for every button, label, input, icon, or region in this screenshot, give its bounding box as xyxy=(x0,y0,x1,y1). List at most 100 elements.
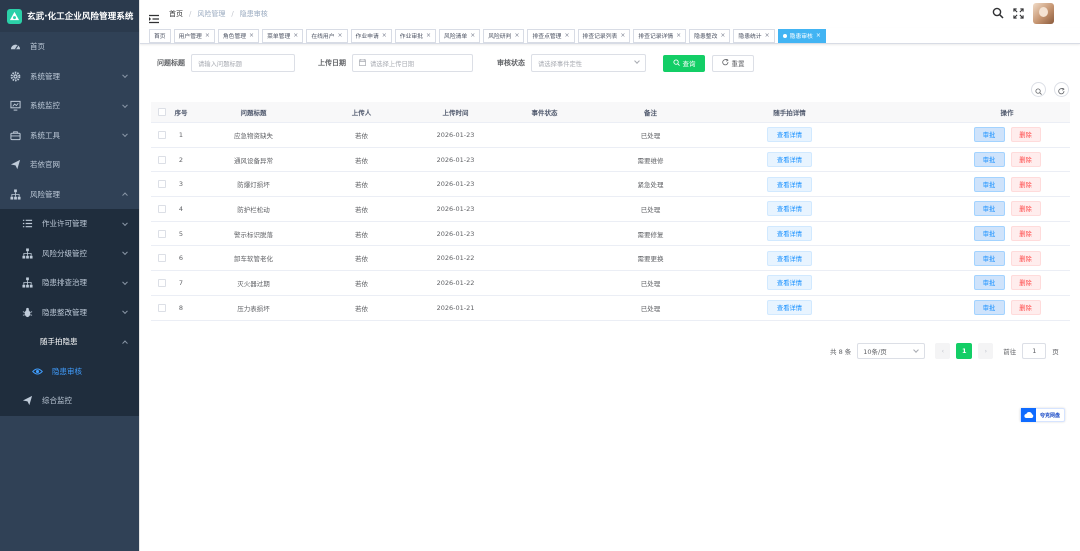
close-icon[interactable]: × xyxy=(338,32,343,39)
close-icon[interactable]: × xyxy=(676,32,681,39)
cell-time: 2026-01-22 xyxy=(436,278,475,287)
view-detail-button[interactable]: 查看详情 xyxy=(767,250,812,266)
refresh-button[interactable] xyxy=(1054,82,1069,97)
approve-button[interactable]: 审批 xyxy=(973,226,1005,242)
close-icon[interactable]: × xyxy=(620,32,625,39)
query-label: 查询 xyxy=(682,60,696,68)
fullscreen-icon[interactable] xyxy=(1013,4,1024,23)
row-checkbox[interactable] xyxy=(157,204,166,213)
approve-button[interactable]: 审批 xyxy=(973,201,1005,217)
close-icon[interactable]: × xyxy=(382,32,387,39)
select-all-checkbox[interactable] xyxy=(157,108,166,116)
sidebar-item-label: 风险管理 xyxy=(30,189,60,199)
search-icon[interactable] xyxy=(992,4,1004,23)
approve-button[interactable]: 审批 xyxy=(973,275,1005,291)
delete-button[interactable]: 删除 xyxy=(1010,127,1041,143)
delete-button[interactable]: 删除 xyxy=(1010,226,1041,242)
delete-button[interactable]: 删除 xyxy=(1010,152,1041,168)
close-icon[interactable]: × xyxy=(293,32,298,39)
view-detail-button[interactable]: 查看详情 xyxy=(767,300,812,316)
tab-9[interactable]: 排查点管理 × xyxy=(527,28,575,43)
avatar[interactable] xyxy=(1033,3,1054,24)
close-icon[interactable]: × xyxy=(470,32,475,39)
close-icon[interactable]: × xyxy=(765,32,770,39)
status-select[interactable]: 请选择事件定性 xyxy=(531,54,646,72)
tab-12[interactable]: 隐患整改 × xyxy=(689,28,731,43)
tab-10[interactable]: 排查记录列表 × xyxy=(577,28,631,43)
delete-button[interactable]: 删除 xyxy=(1010,176,1041,192)
delete-button[interactable]: 删除 xyxy=(1010,201,1041,217)
cell-uploader: 若依 xyxy=(355,304,368,313)
cell-remark: 已处理 xyxy=(640,304,661,313)
next-page-button[interactable]: › xyxy=(978,343,994,359)
row-checkbox[interactable] xyxy=(157,155,166,164)
prev-page-button[interactable]: ‹ xyxy=(935,343,951,359)
tab-11[interactable]: 排查记录详情 × xyxy=(633,28,687,43)
approve-button[interactable]: 审批 xyxy=(973,176,1005,192)
sidebar-item-photo-hazard[interactable]: 随手拍隐患 xyxy=(0,327,139,357)
sidebar-item-home[interactable]: 首页 xyxy=(0,32,139,62)
hamburger-icon[interactable] xyxy=(149,9,159,24)
approve-button[interactable]: 审批 xyxy=(973,152,1005,168)
delete-button[interactable]: 删除 xyxy=(1010,275,1041,291)
sidebar-item-integrated-monitor[interactable]: 综合监控 xyxy=(0,386,139,416)
approve-button[interactable]: 审批 xyxy=(973,250,1005,266)
query-button[interactable]: 查询 xyxy=(663,54,705,72)
app-logo[interactable]: 玄武·化工企业风险管理系统 xyxy=(0,0,139,32)
view-detail-button[interactable]: 查看详情 xyxy=(767,201,812,217)
tab-8[interactable]: 风险研判 × xyxy=(483,28,525,43)
sidebar-item-hazard-review[interactable]: 隐患审核 xyxy=(0,357,139,387)
sidebar-item-system-admin[interactable]: 系统管理 xyxy=(0,62,139,92)
breadcrumb-home[interactable]: 首页 xyxy=(169,9,183,19)
row-checkbox[interactable] xyxy=(157,254,166,263)
approve-button[interactable]: 审批 xyxy=(973,127,1005,143)
close-icon[interactable]: × xyxy=(720,32,725,39)
tab-14[interactable]: 隐患审核 × xyxy=(777,28,826,43)
tab-7[interactable]: 风险清单 × xyxy=(439,28,481,43)
delete-button[interactable]: 删除 xyxy=(1010,250,1041,266)
sidebar-item-hazard-rectification[interactable]: 隐患整改管理 xyxy=(0,298,139,328)
tab-3[interactable]: 菜单管理 × xyxy=(262,28,304,43)
sidebar-item-hazard-inspection[interactable]: 隐患排查治理 xyxy=(0,268,139,298)
close-icon[interactable]: × xyxy=(564,32,569,39)
view-detail-button[interactable]: 查看详情 xyxy=(767,152,812,168)
row-checkbox[interactable] xyxy=(157,180,166,189)
sidebar-item-risk-grading[interactable]: 风险分级管控 xyxy=(0,239,139,269)
sidebar-item-official-site[interactable]: 若依官网 xyxy=(0,150,139,180)
close-icon[interactable]: × xyxy=(816,32,821,39)
view-detail-button[interactable]: 查看详情 xyxy=(767,176,812,192)
tab-6[interactable]: 作业审批 × xyxy=(394,28,437,43)
view-detail-button[interactable]: 查看详情 xyxy=(767,127,812,143)
sidebar-item-system-monitor[interactable]: 系统监控 xyxy=(0,91,139,121)
view-detail-button[interactable]: 查看详情 xyxy=(767,275,812,291)
sidebar-item-system-tools[interactable]: 系统工具 xyxy=(0,121,139,151)
tab-0[interactable]: 首页 xyxy=(149,28,171,43)
approve-button[interactable]: 审批 xyxy=(973,300,1005,316)
tab-13[interactable]: 隐患统计 × xyxy=(733,28,775,43)
tab-4[interactable]: 在线用户 × xyxy=(306,28,348,43)
view-detail-button[interactable]: 查看详情 xyxy=(767,226,812,242)
close-icon[interactable]: × xyxy=(205,32,210,39)
row-checkbox[interactable] xyxy=(157,278,166,287)
close-icon[interactable]: × xyxy=(249,32,254,39)
tab-5[interactable]: 作业申请 × xyxy=(350,28,392,43)
page-number-1[interactable]: 1 xyxy=(956,343,973,359)
active-dot xyxy=(782,33,787,38)
cloud-drive-widget[interactable]: 夸克网盘 xyxy=(1020,408,1066,422)
delete-button[interactable]: 删除 xyxy=(1010,300,1041,316)
row-checkbox[interactable] xyxy=(157,229,166,238)
date-picker[interactable]: 请选择上传日期 xyxy=(352,54,473,72)
toggle-search-button[interactable] xyxy=(1031,82,1046,97)
reset-button[interactable]: 重置 xyxy=(712,54,754,72)
title-input[interactable]: 请输入问题标题 xyxy=(191,54,295,72)
sidebar-item-work-permit[interactable]: 作业许可管理 xyxy=(0,209,139,239)
close-icon[interactable]: × xyxy=(514,32,519,39)
goto-page-input[interactable]: 1 xyxy=(1022,343,1047,359)
close-icon[interactable]: × xyxy=(426,32,431,39)
page-size-select[interactable]: 10条/页 xyxy=(857,343,926,359)
row-checkbox[interactable] xyxy=(157,130,166,139)
sidebar-item-risk-management[interactable]: 风险管理 xyxy=(0,180,139,210)
row-checkbox[interactable] xyxy=(157,303,166,312)
tab-1[interactable]: 用户管理 × xyxy=(173,28,215,43)
tab-2[interactable]: 角色管理 × xyxy=(217,28,260,43)
